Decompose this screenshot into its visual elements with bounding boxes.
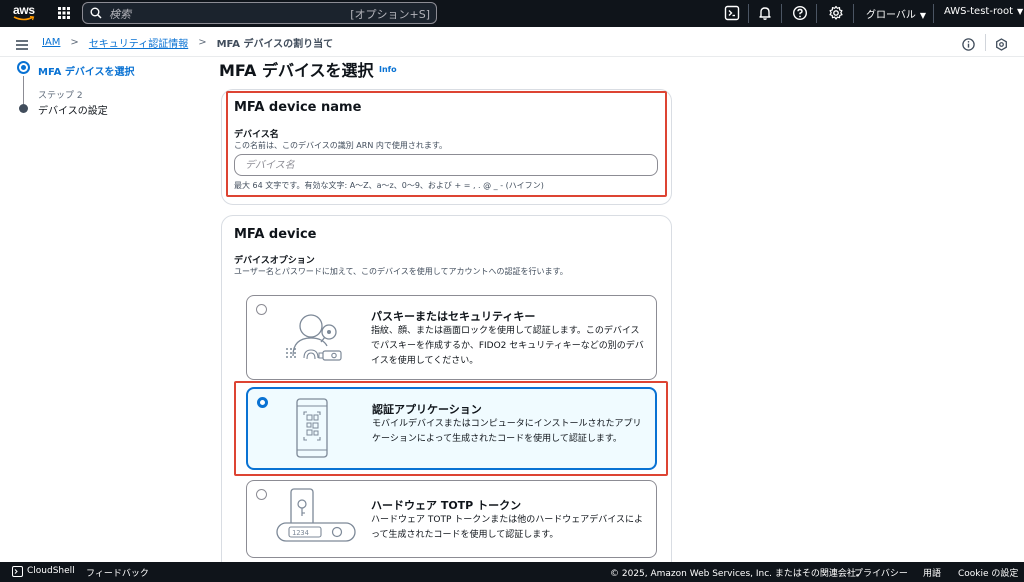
radio-passkey[interactable] <box>256 304 267 315</box>
topbar-divider <box>933 4 934 23</box>
breadcrumb-link-iam[interactable]: IAM <box>42 37 60 48</box>
chevron-right-icon: > <box>70 37 79 48</box>
breadcrumb-bar: IAM > セキュリティ認証情報 > MFA デバイスの割り当て <box>0 27 1024 57</box>
bell-icon[interactable] <box>757 5 773 21</box>
device-name-constraint: 最大 64 文字です。有効な文字: A〜Z、a〜z、0〜9、および + = , … <box>234 181 544 190</box>
page-title: MFA デバイスを選択 <box>219 61 374 80</box>
topbar-divider <box>816 4 817 23</box>
step-upcoming-indicator <box>19 104 28 113</box>
menu-hamburger-icon[interactable] <box>16 36 28 50</box>
device-name-description: この名前は、このデバイスの識別 ARN 内で使用されます。 <box>234 141 448 150</box>
qr-phone-illustration-icon <box>294 397 334 465</box>
aws-smile-icon <box>13 16 35 21</box>
terms-link[interactable]: 用語 <box>923 566 941 579</box>
cloudshell-link[interactable]: CloudShell <box>27 566 75 576</box>
account-menu[interactable]: AWS-test-root ▼ <box>944 6 1023 17</box>
option-description-totp: ハードウェア TOTP トークンまたは他のハードウェアデバイスによって生成された… <box>371 515 643 540</box>
topbar-divider <box>781 4 782 23</box>
option-title-authenticator: 認証アプリケーション <box>372 403 482 416</box>
step-current-indicator <box>17 61 30 74</box>
breadcrumb: IAM > セキュリティ認証情報 > MFA デバイスの割り当て <box>42 35 333 50</box>
gear-icon[interactable] <box>828 5 844 21</box>
region-selector[interactable]: グローバル ▼ <box>866 6 926 21</box>
info-icon[interactable] <box>962 36 975 51</box>
info-link[interactable]: Info <box>379 65 397 74</box>
device-name-label: デバイス名 <box>234 130 279 140</box>
top-navigation-bar: aws 検索 [オプション+S] グローバル ▼ AWS-test-root ▼ <box>0 0 1024 27</box>
option-description-passkey: 指紋、顔、または画面ロックを使用して認証します。このデバイスでパスキーを作成する… <box>371 326 644 366</box>
wizard-steps <box>0 57 200 562</box>
breadcrumb-divider <box>985 34 986 51</box>
section-title-mfa-device: MFA device <box>234 227 317 242</box>
topbar-divider <box>853 4 854 23</box>
apps-grid-icon[interactable] <box>56 5 72 21</box>
option-tile-passkey[interactable]: パスキーまたはセキュリティキー 指紋、顔、または画面ロックを使用して認証します。… <box>246 295 657 380</box>
totp-token-illustration-icon: 1234 <box>275 487 359 553</box>
device-options-description: ユーザー名とパスワードに加えて、このデバイスを使用してアカウントへの認証を行いま… <box>234 267 568 276</box>
aws-logo[interactable]: aws <box>10 2 36 24</box>
help-icon[interactable] <box>792 5 808 21</box>
region-label: グローバル <box>866 10 916 21</box>
caret-down-icon: ▼ <box>1017 7 1024 16</box>
caret-down-icon: ▼ <box>919 11 927 20</box>
device-name-field[interactable] <box>234 154 658 176</box>
privacy-link[interactable]: プライバシー <box>854 566 908 579</box>
search-shortcut-hint: [オプション+S] <box>350 8 430 21</box>
aws-logo-text: aws <box>13 3 35 17</box>
breadcrumb-link-security-credentials[interactable]: セキュリティ認証情報 <box>89 35 188 50</box>
cookie-settings-link[interactable]: Cookie の設定 <box>958 566 1018 579</box>
section-title-device-name: MFA device name <box>234 100 362 115</box>
step-1-label[interactable]: MFA デバイスを選択 <box>38 63 135 78</box>
device-options-label: デバイスオプション <box>234 256 315 266</box>
chevron-right-icon: > <box>198 37 207 48</box>
console-footer: CloudShell フィードバック © 2025, Amazon Web Se… <box>0 562 1024 582</box>
step-2-caption: ステップ 2 <box>38 91 83 101</box>
radio-authenticator[interactable] <box>257 397 268 408</box>
cloudshell-icon <box>12 566 23 577</box>
topbar-divider <box>748 4 749 23</box>
option-description-authenticator: モバイルデバイスまたはコンピュータにインストールされたアプリケーションによって生… <box>372 419 642 444</box>
step-2-label: デバイスの設定 <box>38 106 108 117</box>
search-icon <box>90 7 102 19</box>
step-connector <box>23 76 24 104</box>
global-search-input[interactable]: 検索 [オプション+S] <box>82 2 437 24</box>
search-placeholder: 検索 <box>109 8 131 21</box>
option-tile-totp[interactable]: 1234 ハードウェア TOTP トークン ハードウェア TOTP トークンまた… <box>246 480 657 558</box>
breadcrumb-current: MFA デバイスの割り当て <box>216 39 334 50</box>
option-tile-authenticator[interactable]: 認証アプリケーション モバイルデバイスまたはコンピュータにインストールされたアプ… <box>246 387 657 470</box>
option-title-passkey: パスキーまたはセキュリティキー <box>371 310 536 323</box>
passkey-illustration-icon <box>275 306 355 372</box>
radio-totp[interactable] <box>256 489 267 500</box>
feedback-link[interactable]: フィードバック <box>86 566 149 579</box>
totp-token-digits: 1234 <box>292 529 309 537</box>
copyright-text: © 2025, Amazon Web Services, Inc. またはその関… <box>610 569 865 579</box>
cloudshell-icon[interactable] <box>724 5 740 21</box>
account-name: AWS-test-root <box>944 6 1013 17</box>
notifications-settings-icon[interactable] <box>995 36 1008 51</box>
option-title-totp: ハードウェア TOTP トークン <box>371 499 522 512</box>
